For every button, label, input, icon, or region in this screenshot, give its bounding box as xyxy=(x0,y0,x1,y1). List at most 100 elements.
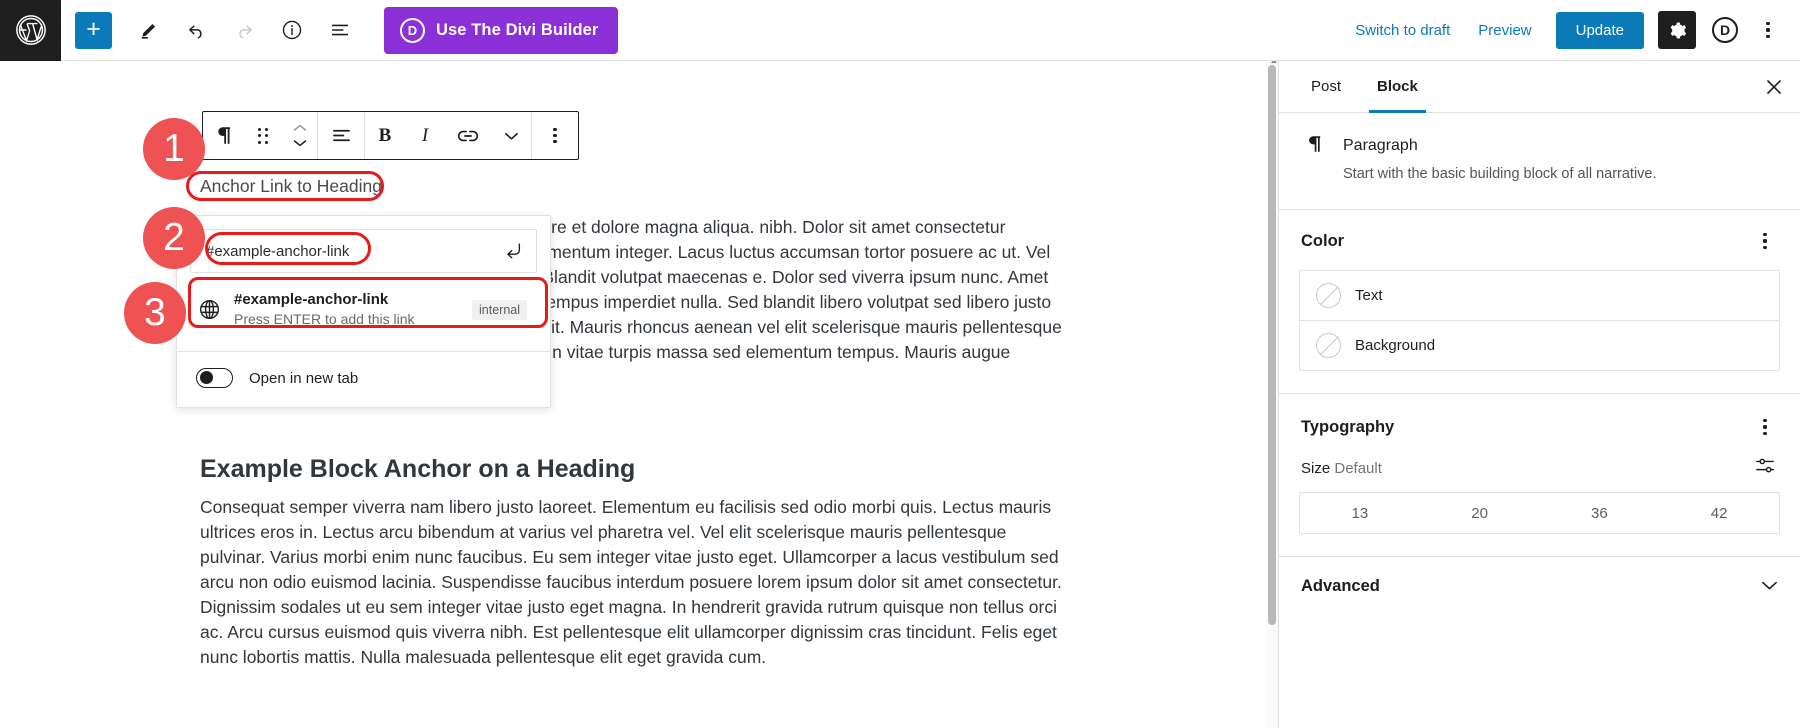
link-icon[interactable] xyxy=(445,112,491,159)
kebab-menu-icon[interactable] xyxy=(1750,11,1786,49)
block-toolbar-format-group: B I xyxy=(365,112,531,159)
color-section-header: Color xyxy=(1279,210,1800,258)
open-in-new-tab-label: Open in new tab xyxy=(249,369,359,387)
paragraph-block-2[interactable]: Consequat semper viverra nam libero just… xyxy=(200,495,1062,670)
kebab-menu-icon[interactable] xyxy=(1752,414,1778,440)
font-size-row: Size Default xyxy=(1279,440,1800,480)
sliders-icon[interactable] xyxy=(1754,456,1778,480)
kebab-menu-icon[interactable] xyxy=(532,112,578,159)
chevron-down-icon[interactable] xyxy=(1761,578,1778,596)
tab-post[interactable]: Post xyxy=(1293,61,1359,112)
no-color-swatch-icon xyxy=(1316,283,1341,308)
typography-section-title: Typography xyxy=(1301,417,1395,436)
block-toolbar-block-group xyxy=(203,112,317,159)
italic-button[interactable]: I xyxy=(405,112,445,159)
drag-handle-icon[interactable] xyxy=(243,112,283,159)
font-size-value: Default xyxy=(1334,459,1382,477)
link-suggestion-subtitle: Press ENTER to add this link xyxy=(234,311,415,327)
divi-button-label: Use The Divi Builder xyxy=(436,20,599,39)
link-url-input[interactable] xyxy=(204,241,496,261)
top-bar-right-tools: Switch to draft Preview Update D xyxy=(1341,11,1800,49)
kebab-dots xyxy=(553,127,557,144)
color-row-text-label: Text xyxy=(1355,287,1383,304)
add-block-button[interactable]: + xyxy=(75,11,112,49)
block-settings-sidebar: Post Block Paragraph Start with the basi… xyxy=(1278,61,1800,728)
font-size-option-13[interactable]: 13 xyxy=(1300,493,1420,533)
pencil-edit-icon[interactable] xyxy=(126,8,170,52)
open-in-new-tab-toggle[interactable] xyxy=(196,368,233,388)
color-row-text[interactable]: Text xyxy=(1300,271,1779,320)
paragraph-pilcrow-icon[interactable] xyxy=(203,112,243,159)
info-icon[interactable] xyxy=(270,8,314,52)
top-bar-left-tools: + D Use The Divi Builder xyxy=(61,6,619,54)
tab-block[interactable]: Block xyxy=(1359,61,1436,113)
kebab-menu-icon[interactable] xyxy=(1752,228,1778,254)
paragraph-pilcrow-icon xyxy=(1301,135,1327,185)
add-block-label: + xyxy=(86,14,101,43)
bold-label: B xyxy=(378,124,392,146)
text-align-icon[interactable] xyxy=(318,112,364,159)
kebab-dots xyxy=(1763,419,1767,435)
link-suggestion-item[interactable]: #example-anchor-link Press ENTER to add … xyxy=(190,283,537,338)
editor-top-bar: + D Use The Divi Builder Switch to draft… xyxy=(0,0,1800,61)
canvas-scrollbar[interactable] xyxy=(1266,61,1278,728)
close-icon[interactable] xyxy=(1748,61,1800,112)
color-row-background-label: Background xyxy=(1355,337,1436,354)
annotation-badge-3: 3 xyxy=(124,282,186,344)
open-in-new-tab-row[interactable]: Open in new tab xyxy=(177,352,550,407)
switch-to-draft-button[interactable]: Switch to draft xyxy=(1341,14,1464,47)
enter-arrow-icon[interactable] xyxy=(496,234,530,268)
drag-dots xyxy=(258,127,268,144)
link-suggestion-badge: internal xyxy=(472,299,527,320)
color-row-background[interactable]: Background xyxy=(1300,320,1779,370)
divi-icon-label: D xyxy=(1712,17,1738,43)
block-toolbar: B I xyxy=(202,111,579,160)
update-button[interactable]: Update xyxy=(1555,11,1644,49)
advanced-section-toggle[interactable]: Advanced xyxy=(1279,556,1800,616)
kebab-dots xyxy=(1766,22,1770,38)
link-url-field[interactable] xyxy=(190,229,537,273)
font-size-label-group: Size Default xyxy=(1301,460,1382,477)
redo-icon[interactable] xyxy=(222,8,266,52)
kebab-dots xyxy=(1763,233,1767,249)
typography-section-header: Typography xyxy=(1279,394,1800,440)
link-suggestion-title: #example-anchor-link xyxy=(234,291,389,308)
heading-block[interactable]: Example Block Anchor on a Heading xyxy=(200,453,1062,485)
chevron-down-icon[interactable] xyxy=(491,112,531,159)
scroll-up-arrow-icon[interactable] xyxy=(1271,61,1277,63)
font-size-option-42[interactable]: 42 xyxy=(1659,493,1779,533)
move-up-down-icon[interactable] xyxy=(283,112,317,159)
sidebar-tabs: Post Block xyxy=(1279,61,1800,113)
block-toolbar-align-group xyxy=(318,112,364,159)
globe-icon xyxy=(197,297,222,322)
block-info-text: Paragraph Start with the basic building … xyxy=(1343,135,1657,185)
preview-button[interactable]: Preview xyxy=(1464,14,1545,47)
canvas-scrollbar-thumb[interactable] xyxy=(1268,61,1277,625)
selected-link-text[interactable]: Anchor Link to Heading xyxy=(200,174,382,199)
gear-icon[interactable] xyxy=(1658,11,1696,49)
undo-icon[interactable] xyxy=(174,8,218,52)
font-size-presets: 13 20 36 42 xyxy=(1299,492,1780,534)
no-color-swatch-icon xyxy=(1316,333,1341,358)
font-size-option-36[interactable]: 36 xyxy=(1540,493,1660,533)
divi-logo-icon[interactable]: D xyxy=(1706,11,1744,49)
link-suggestion-text: #example-anchor-link Press ENTER to add … xyxy=(234,290,460,329)
annotation-badge-2: 2 xyxy=(143,207,205,269)
block-info-title: Paragraph xyxy=(1343,137,1418,154)
font-size-label: Size xyxy=(1301,459,1331,477)
list-view-icon[interactable] xyxy=(318,8,362,52)
advanced-section-title: Advanced xyxy=(1301,577,1380,595)
link-popover: #example-anchor-link Press ENTER to add … xyxy=(176,215,551,408)
use-the-divi-builder-button[interactable]: D Use The Divi Builder xyxy=(384,6,619,54)
font-size-option-20[interactable]: 20 xyxy=(1420,493,1540,533)
block-toolbar-options-group xyxy=(532,112,578,159)
color-options-card: Text Background xyxy=(1299,270,1780,371)
italic-label: I xyxy=(421,124,429,146)
toggle-knob xyxy=(199,371,213,384)
divi-logo-icon: D xyxy=(400,17,425,43)
bold-button[interactable]: B xyxy=(365,112,405,159)
block-info-description: Start with the basic building block of a… xyxy=(1343,166,1657,182)
annotation-badge-1: 1 xyxy=(143,118,205,180)
wordpress-logo-icon[interactable] xyxy=(0,0,61,61)
color-section-title: Color xyxy=(1301,231,1345,250)
